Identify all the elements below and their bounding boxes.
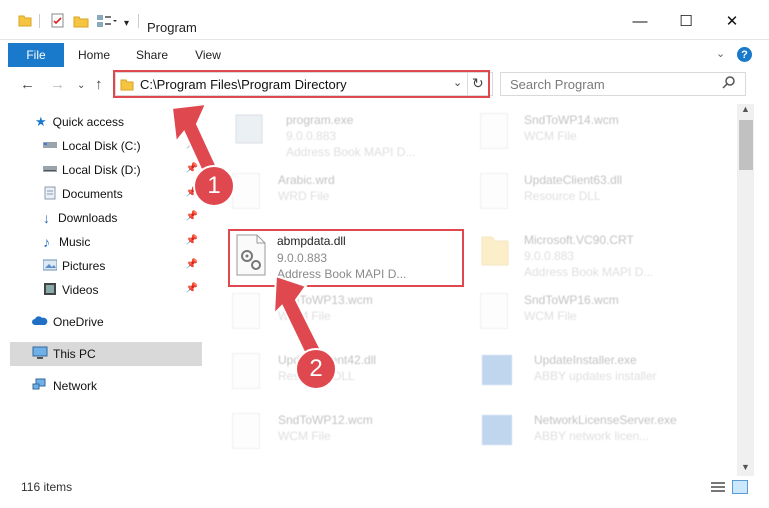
scrollbar-thumb[interactable] — [739, 120, 753, 170]
annotation-overlay — [170, 102, 324, 362]
status-bar — [0, 476, 769, 502]
item-count: 116 items — [21, 480, 73, 494]
step-2-badge: 2 — [295, 348, 337, 390]
large-icons-view-icon[interactable] — [732, 480, 748, 494]
scroll-down-icon[interactable]: ▼ — [741, 462, 750, 472]
scroll-up-icon[interactable]: ▲ — [741, 104, 750, 114]
step-1-badge: 1 — [193, 165, 235, 207]
details-view-icon[interactable] — [711, 481, 725, 496]
